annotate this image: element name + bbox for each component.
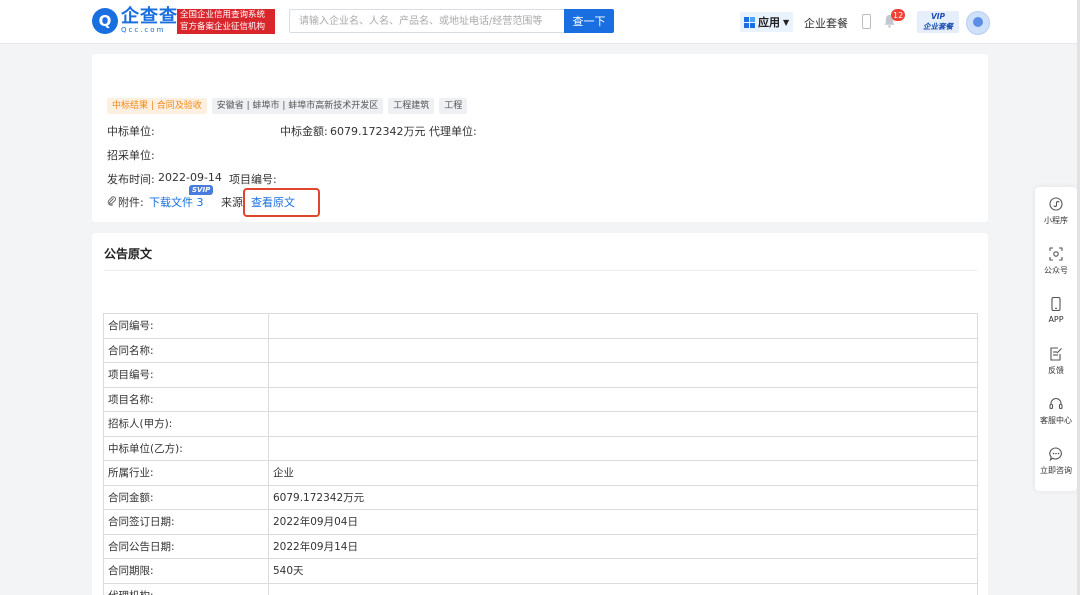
tag-result-type: 中标结果 | 合同及验收 <box>107 98 207 114</box>
sidebar-item-official-account[interactable]: 公众号 <box>1035 237 1077 287</box>
row-key: 项目编号: <box>103 362 269 388</box>
tag-category: 工程 <box>439 98 468 114</box>
feedback-icon <box>1050 347 1062 361</box>
row-key: 项目名称: <box>103 386 269 412</box>
table-row: 所属行业: 企业 <box>103 460 978 486</box>
logo-domain: Qcc.com <box>121 26 166 34</box>
official-account-icon <box>1049 247 1063 261</box>
mini-program-icon <box>1049 197 1063 211</box>
logo-mark-icon: Q <box>92 8 118 34</box>
row-value <box>268 313 978 339</box>
tag-industry: 工程建筑 <box>388 98 435 114</box>
sidebar-item-mini-program[interactable]: 小程序 <box>1035 187 1077 237</box>
apps-menu-button[interactable]: 应用 ▼ <box>740 12 794 32</box>
table-row: 项目名称: <box>103 386 978 412</box>
user-avatar[interactable] <box>966 11 990 35</box>
mobile-app-icon <box>1051 297 1061 311</box>
paperclip-icon <box>107 196 116 206</box>
row-key: 合同公告日期: <box>103 533 269 559</box>
tender-info-card: 中标结果 | 合同及验收 安徽省 | 蚌埠市 | 蚌埠市高新技术开发区 工程建筑… <box>92 54 988 222</box>
notification-badge: 12 <box>891 9 906 21</box>
row-value <box>268 386 978 412</box>
caret-down-icon: ▼ <box>783 17 790 27</box>
row-value <box>268 411 978 437</box>
table-row: 合同期限: 540天 <box>103 558 978 584</box>
row-key: 招标人(甲方): <box>103 411 269 437</box>
tag-region: 安徽省 | 蚌埠市 | 蚌埠市高新技术开发区 <box>211 98 384 114</box>
table-row: 代理机构: <box>103 582 978 595</box>
sidebar-item-feedback[interactable]: 反馈 <box>1035 337 1077 387</box>
tag-list: 中标结果 | 合同及验收 安徽省 | 蚌埠市 | 蚌埠市高新技术开发区 工程建筑… <box>107 98 468 114</box>
table-row: 项目编号: <box>103 362 978 388</box>
purchaser-label: 招采单位: <box>107 149 155 162</box>
divider <box>104 270 977 271</box>
row-value <box>268 337 978 363</box>
announcement-card: 公告原文 合同编号: 合同名称: 项目编号: 项目名称: 招标人(甲方): 中标单位(乙方… <box>92 233 988 595</box>
download-files-link[interactable]: 下载文件 3 <box>149 194 204 210</box>
publish-date: 2022-09-14 <box>158 171 222 184</box>
headset-icon <box>1049 398 1063 410</box>
apps-label: 应用 <box>758 16 780 29</box>
chat-icon <box>1049 447 1062 461</box>
row-key: 代理机构: <box>103 582 269 595</box>
section-title: 公告原文 <box>104 247 153 261</box>
row-key: 合同名称: <box>103 337 269 363</box>
amount-value: 6079.172342万元 <box>330 125 426 138</box>
row-key: 所属行业: <box>103 460 269 486</box>
row-key: 合同金额: <box>103 484 269 510</box>
row-value <box>268 435 978 461</box>
enterprise-package-link[interactable]: 企业套餐 <box>804 15 848 31</box>
row-value: 540天 <box>268 558 978 584</box>
search-button[interactable]: 查一下 <box>564 9 614 33</box>
row-value: 6079.172342万元 <box>268 484 978 510</box>
row-value: 企业 <box>268 460 978 486</box>
top-header: Q 企查查 Qcc.com 全国企业信用查询系统 官方备案企业征信机构 查一下 … <box>0 0 1080 44</box>
winner-label: 中标单位: <box>107 125 155 138</box>
project-no-label: 项目编号: <box>229 173 277 186</box>
table-row: 中标单位(乙方): <box>103 435 978 461</box>
row-value <box>268 582 978 595</box>
table-row: 合同公告日期: 2022年09月14日 <box>103 533 978 559</box>
table-row: 招标人(甲方): <box>103 411 978 437</box>
search-input[interactable] <box>290 10 565 32</box>
apps-grid-icon <box>744 16 755 28</box>
table-row: 合同名称: <box>103 337 978 363</box>
table-row: 合同编号: <box>103 313 978 339</box>
row-key: 合同期限: <box>103 558 269 584</box>
search-box <box>289 9 565 33</box>
row-value <box>268 362 978 388</box>
row-key: 合同编号: <box>103 313 269 339</box>
contract-table: 合同编号: 合同名称: 项目编号: 项目名称: 招标人(甲方): 中标单位(乙方): 所属行… <box>103 313 978 595</box>
logo-name: 企查查 <box>121 6 178 27</box>
attachment-label: 附件: <box>118 196 144 209</box>
logo-slogan: 全国企业信用查询系统 官方备案企业征信机构 <box>177 9 275 34</box>
highlight-box <box>243 188 320 217</box>
qcc-logo[interactable]: Q 企查查 Qcc.com 全国企业信用查询系统 官方备案企业征信机构 <box>92 6 275 34</box>
table-row: 合同金额: 6079.172342万元 <box>103 484 978 510</box>
sidebar-item-app[interactable]: APP <box>1035 287 1077 337</box>
publish-label: 发布时间: <box>107 173 155 186</box>
sidebar-item-consult[interactable]: 立即咨询 <box>1035 437 1077 487</box>
agent-label: 代理单位: <box>429 125 477 138</box>
row-value: 2022年09月04日 <box>268 509 978 535</box>
right-toolbar: 小程序 公众号 APP 反馈 客服中心 立即咨询 <box>1035 187 1077 491</box>
row-key: 合同签订日期: <box>103 509 269 535</box>
svip-badge: SVIP <box>189 185 214 195</box>
amount-label: 中标金额: <box>280 125 328 138</box>
row-value: 2022年09月14日 <box>268 533 978 559</box>
row-key: 中标单位(乙方): <box>103 435 269 461</box>
table-row: 合同签订日期: 2022年09月04日 <box>103 509 978 535</box>
sidebar-item-service-center[interactable]: 客服中心 <box>1035 387 1077 437</box>
mobile-phone-icon[interactable] <box>862 14 871 29</box>
source-label: 来源 <box>221 196 243 209</box>
vip-package-button[interactable]: VIP 企业套餐 <box>917 11 959 33</box>
